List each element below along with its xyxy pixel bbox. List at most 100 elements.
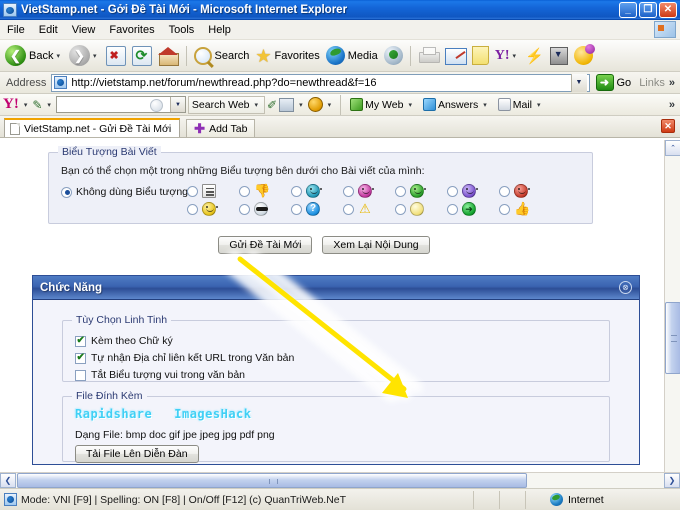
option-signature[interactable]: Kèm theo Chữ ký	[75, 335, 173, 347]
teal-smiley-icon[interactable]	[306, 184, 322, 198]
minimize-button[interactable]: _	[619, 1, 637, 18]
post-icon-option[interactable]	[447, 200, 499, 218]
option-disable-smilies[interactable]: Tắt Biểu tượng vui trong văn bản	[75, 369, 245, 381]
messenger-button[interactable]: ⚡	[522, 42, 547, 70]
yahoo-search-web-button[interactable]: Search Web ▾	[187, 95, 266, 114]
vertical-scroll-thumb[interactable]	[665, 302, 680, 374]
security-zone[interactable]: Internet	[525, 490, 680, 509]
close-tab-button[interactable]: ✕	[661, 119, 675, 133]
red-angry-icon[interactable]	[514, 184, 530, 198]
post-icon-option[interactable]	[395, 200, 447, 218]
post-icon-radio[interactable]	[187, 185, 198, 197]
yahoo-overflow-icon[interactable]: »	[669, 99, 675, 111]
autolink-checkbox[interactable]	[75, 352, 86, 364]
post-icon-radio[interactable]	[239, 185, 250, 197]
menu-item-edit[interactable]: Edit	[32, 22, 65, 38]
post-icon-radio[interactable]	[499, 203, 510, 215]
address-input[interactable]: http://vietstamp.net/forum/newthread.php…	[51, 73, 590, 92]
lightbulb-icon[interactable]	[410, 202, 424, 216]
popup-blocker-dropdown-icon[interactable]: ▾	[299, 101, 303, 109]
yahoo-button[interactable]: Y! ▾	[492, 42, 522, 70]
yahoo-answers-button[interactable]: Answers ▾	[420, 96, 493, 114]
anti-spy-icon[interactable]	[307, 97, 323, 112]
highlighter-icon[interactable]: ✐	[267, 98, 277, 112]
edit-button[interactable]	[442, 42, 469, 70]
pencil-icon[interactable]: ✎	[32, 98, 42, 112]
post-icon-option[interactable]	[239, 200, 291, 218]
green-smiley-icon[interactable]	[410, 184, 426, 198]
favorites-button[interactable]: ★ Favorites	[252, 42, 322, 70]
menu-item-file[interactable]: File	[0, 22, 32, 38]
download-manager-button[interactable]	[547, 42, 571, 70]
back-button[interactable]: ❮ Back ▾	[2, 42, 66, 70]
horizontal-scroll-thumb[interactable]	[17, 473, 527, 488]
rapidshare-link[interactable]: Rapidshare	[75, 407, 152, 421]
forward-button[interactable]: ❯ ▾	[66, 42, 103, 70]
back-dropdown-icon[interactable]: ▾	[56, 52, 60, 60]
green-arrow-icon[interactable]	[462, 202, 476, 216]
post-icon-radio[interactable]	[499, 185, 510, 197]
collapse-icon[interactable]: ⊗	[619, 281, 632, 294]
yahoo-my-web-button[interactable]: My Web ▾	[347, 96, 418, 114]
stop-button[interactable]	[103, 42, 129, 70]
add-tab-button[interactable]: ✚ Add Tab	[186, 119, 256, 137]
yahoo-smiley-button[interactable]	[571, 42, 596, 70]
scroll-right-button[interactable]: ❯	[664, 473, 680, 488]
yahoo-dropdown-icon[interactable]: ▾	[513, 52, 517, 60]
post-icon-option[interactable]	[395, 182, 447, 200]
go-button[interactable]: ➜ Go	[595, 74, 631, 91]
post-icon-option[interactable]	[343, 182, 395, 200]
tab-vietstamp[interactable]: VietStamp.net - Gửi Đề Tài Mới	[4, 118, 181, 137]
scroll-left-button[interactable]: ❮	[0, 473, 16, 488]
post-icon-radio[interactable]	[395, 203, 406, 215]
post-icon-option[interactable]	[499, 182, 551, 200]
post-icon-radio[interactable]	[343, 185, 354, 197]
post-icon-radio[interactable]	[447, 203, 458, 215]
thumbs-down-icon[interactable]: 👎	[254, 184, 270, 198]
post-icon-radio[interactable]	[343, 203, 354, 215]
post-icon-radio[interactable]	[291, 203, 302, 215]
print-button[interactable]	[415, 42, 442, 70]
post-icon-radio[interactable]	[239, 203, 250, 215]
option-autolink[interactable]: Tự nhận Địa chỉ liên kết URL trong Văn b…	[75, 352, 294, 364]
pink-smiley-icon[interactable]	[358, 184, 374, 198]
close-button[interactable]: ✕	[659, 1, 677, 18]
popup-blocker-icon[interactable]	[279, 97, 295, 112]
no-icon-radio[interactable]	[61, 186, 72, 198]
post-icon-option[interactable]	[187, 200, 239, 218]
yahoo-search-input[interactable]: ▼	[55, 96, 186, 113]
home-button[interactable]	[155, 42, 182, 70]
post-icon-radio[interactable]	[395, 185, 406, 197]
yahoo-mail-button[interactable]: Mail ▾	[495, 96, 547, 114]
disable-smilies-checkbox[interactable]	[75, 369, 86, 381]
menu-item-favorites[interactable]: Favorites	[102, 22, 161, 38]
post-icon-option[interactable]: 👎	[239, 182, 291, 200]
upload-file-button[interactable]: Tải File Lên Diễn Đàn	[75, 445, 199, 463]
warning-icon[interactable]: ⚠	[358, 202, 372, 216]
question-icon[interactable]	[306, 202, 320, 216]
pencil-dropdown-icon[interactable]: ▾	[47, 101, 51, 109]
maximize-button[interactable]: ❐	[639, 1, 657, 18]
vertical-scrollbar[interactable]: ⌃ ⌄	[664, 140, 680, 488]
post-icon-option[interactable]	[447, 182, 499, 200]
preview-button[interactable]: Xem Lại Nội Dung	[322, 236, 430, 254]
links-label[interactable]: Links	[639, 77, 665, 89]
scroll-up-button[interactable]: ⌃	[665, 140, 680, 156]
notes-button[interactable]	[469, 42, 492, 70]
yellow-smiley-icon[interactable]	[202, 202, 218, 216]
horizontal-scrollbar[interactable]: ❮ ❯	[0, 472, 680, 488]
post-icon-option[interactable]	[187, 182, 239, 200]
sunglasses-smiley-icon[interactable]	[254, 202, 268, 216]
purple-smiley-icon[interactable]	[462, 184, 478, 198]
menu-item-view[interactable]: View	[65, 22, 103, 38]
list-note-icon[interactable]	[202, 184, 216, 198]
anti-spy-dropdown-icon[interactable]: ▾	[328, 101, 332, 109]
signature-checkbox[interactable]	[75, 335, 86, 347]
menu-item-tools[interactable]: Tools	[162, 22, 202, 38]
refresh-button[interactable]	[129, 42, 155, 70]
yahoo-search-dropdown-icon[interactable]: ▼	[169, 97, 185, 112]
yahoo-logo-icon[interactable]: Y!	[3, 97, 19, 112]
menu-item-help[interactable]: Help	[201, 22, 238, 38]
post-icon-radio[interactable]	[291, 185, 302, 197]
post-icon-option[interactable]	[291, 182, 343, 200]
